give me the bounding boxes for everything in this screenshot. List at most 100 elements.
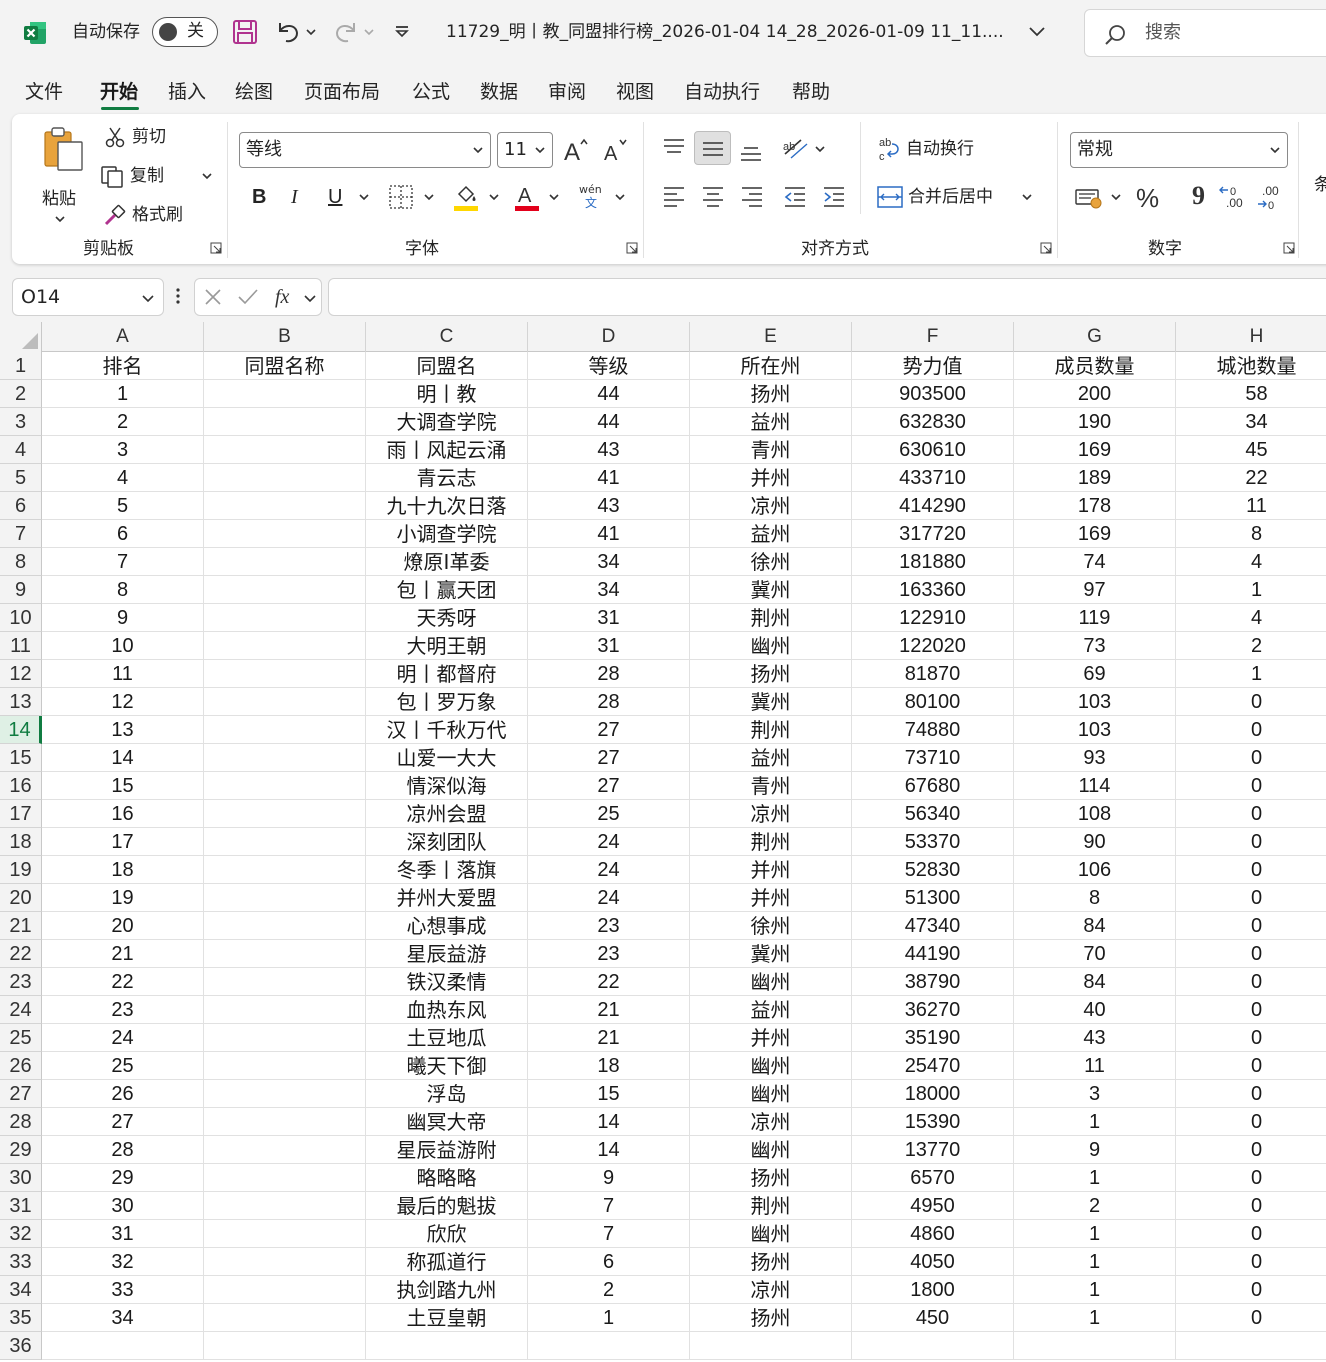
chevron-down-icon[interactable] — [1026, 22, 1048, 42]
cell-h16[interactable]: 0 — [1176, 772, 1326, 800]
row-header[interactable]: 36 — [0, 1332, 42, 1360]
currency-format-icon[interactable] — [1074, 185, 1104, 211]
cancel-icon[interactable] — [203, 287, 223, 307]
cell-d33[interactable]: 6 — [528, 1248, 690, 1276]
cell-d12[interactable]: 28 — [528, 660, 690, 688]
cell-f31[interactable]: 4950 — [852, 1192, 1014, 1220]
save-icon[interactable] — [232, 19, 258, 45]
cell-c13[interactable]: 包丨罗万象 — [366, 688, 528, 716]
cell-d17[interactable]: 25 — [528, 800, 690, 828]
row-header[interactable]: 14 — [0, 716, 42, 744]
cell-g24[interactable]: 40 — [1014, 996, 1176, 1024]
align-right-icon[interactable] — [739, 184, 765, 210]
cell-e29[interactable]: 幽州 — [690, 1136, 852, 1164]
cell-h28[interactable]: 0 — [1176, 1108, 1326, 1136]
cell-e24[interactable]: 益州 — [690, 996, 852, 1024]
cell-a4[interactable]: 3 — [42, 436, 204, 464]
cell-g36[interactable] — [1014, 1332, 1176, 1360]
cell-g34[interactable]: 1 — [1014, 1276, 1176, 1304]
cell-f29[interactable]: 13770 — [852, 1136, 1014, 1164]
cell-g8[interactable]: 74 — [1014, 548, 1176, 576]
cell-h2[interactable]: 58 — [1176, 380, 1326, 408]
cell-c21[interactable]: 心想事成 — [366, 912, 528, 940]
row-header[interactable]: 32 — [0, 1220, 42, 1248]
cell-c11[interactable]: 大明王朝 — [366, 632, 528, 660]
cell-a23[interactable]: 22 — [42, 968, 204, 996]
column-header-d[interactable]: D — [528, 322, 690, 352]
font-name-combo[interactable]: 等线 — [239, 132, 491, 168]
cell-f15[interactable]: 73710 — [852, 744, 1014, 772]
cell-e10[interactable]: 荆州 — [690, 604, 852, 632]
cell-h34[interactable]: 0 — [1176, 1276, 1326, 1304]
cell-f24[interactable]: 36270 — [852, 996, 1014, 1024]
cell-c33[interactable]: 称孤道行 — [366, 1248, 528, 1276]
row-header[interactable]: 35 — [0, 1304, 42, 1332]
cell-g16[interactable]: 114 — [1014, 772, 1176, 800]
cell-d24[interactable]: 21 — [528, 996, 690, 1024]
cell-f21[interactable]: 47340 — [852, 912, 1014, 940]
cell-e19[interactable]: 并州 — [690, 856, 852, 884]
row-header[interactable]: 22 — [0, 940, 42, 968]
cell-b4[interactable] — [204, 436, 366, 464]
cell-f13[interactable]: 80100 — [852, 688, 1014, 716]
cell-a34[interactable]: 33 — [42, 1276, 204, 1304]
cell-f18[interactable]: 53370 — [852, 828, 1014, 856]
cell-e13[interactable]: 冀州 — [690, 688, 852, 716]
cell-a11[interactable]: 10 — [42, 632, 204, 660]
cell-d19[interactable]: 24 — [528, 856, 690, 884]
cell-a36[interactable] — [42, 1332, 204, 1360]
row-header[interactable]: 26 — [0, 1052, 42, 1080]
cell-d32[interactable]: 7 — [528, 1220, 690, 1248]
cell-e1[interactable]: 所在州 — [690, 352, 852, 380]
tab-draw[interactable]: 绘图 — [235, 79, 273, 105]
row-header[interactable]: 28 — [0, 1108, 42, 1136]
row-header[interactable]: 20 — [0, 884, 42, 912]
cell-h19[interactable]: 0 — [1176, 856, 1326, 884]
cell-a24[interactable]: 23 — [42, 996, 204, 1024]
cell-d20[interactable]: 24 — [528, 884, 690, 912]
cell-b13[interactable] — [204, 688, 366, 716]
cell-g9[interactable]: 97 — [1014, 576, 1176, 604]
cell-g23[interactable]: 84 — [1014, 968, 1176, 996]
cell-e32[interactable]: 幽州 — [690, 1220, 852, 1248]
cell-g1[interactable]: 成员数量 — [1014, 352, 1176, 380]
chevron-down-icon[interactable] — [357, 192, 371, 204]
cell-d3[interactable]: 44 — [528, 408, 690, 436]
cell-d31[interactable]: 7 — [528, 1192, 690, 1220]
row-header[interactable]: 34 — [0, 1276, 42, 1304]
cell-c27[interactable]: 浮岛 — [366, 1080, 528, 1108]
cell-d22[interactable]: 23 — [528, 940, 690, 968]
row-header[interactable]: 15 — [0, 744, 42, 772]
row-header[interactable]: 31 — [0, 1192, 42, 1220]
cell-f26[interactable]: 25470 — [852, 1052, 1014, 1080]
cell-b22[interactable] — [204, 940, 366, 968]
cell-a8[interactable]: 7 — [42, 548, 204, 576]
cell-d15[interactable]: 27 — [528, 744, 690, 772]
cell-b32[interactable] — [204, 1220, 366, 1248]
cell-f6[interactable]: 414290 — [852, 492, 1014, 520]
cell-b1[interactable]: 同盟名称 — [204, 352, 366, 380]
cell-b23[interactable] — [204, 968, 366, 996]
cell-e30[interactable]: 扬州 — [690, 1164, 852, 1192]
row-header[interactable]: 33 — [0, 1248, 42, 1276]
cell-c22[interactable]: 星辰益游 — [366, 940, 528, 968]
cell-e26[interactable]: 幽州 — [690, 1052, 852, 1080]
cell-g6[interactable]: 178 — [1014, 492, 1176, 520]
chevron-down-icon[interactable] — [547, 192, 561, 204]
cell-d26[interactable]: 18 — [528, 1052, 690, 1080]
enter-check-icon[interactable] — [237, 287, 259, 307]
cell-c3[interactable]: 大调查学院 — [366, 408, 528, 436]
cell-a16[interactable]: 15 — [42, 772, 204, 800]
cell-a26[interactable]: 25 — [42, 1052, 204, 1080]
cell-h20[interactable]: 0 — [1176, 884, 1326, 912]
cell-c26[interactable]: 曦天下御 — [366, 1052, 528, 1080]
cell-g31[interactable]: 2 — [1014, 1192, 1176, 1220]
column-header-f[interactable]: F — [852, 322, 1014, 352]
cell-c7[interactable]: 小调查学院 — [366, 520, 528, 548]
cell-a6[interactable]: 5 — [42, 492, 204, 520]
cell-a1[interactable]: 排名 — [42, 352, 204, 380]
cell-b16[interactable] — [204, 772, 366, 800]
cell-g4[interactable]: 169 — [1014, 436, 1176, 464]
autosave-toggle[interactable]: 关 — [152, 17, 218, 47]
cell-b18[interactable] — [204, 828, 366, 856]
